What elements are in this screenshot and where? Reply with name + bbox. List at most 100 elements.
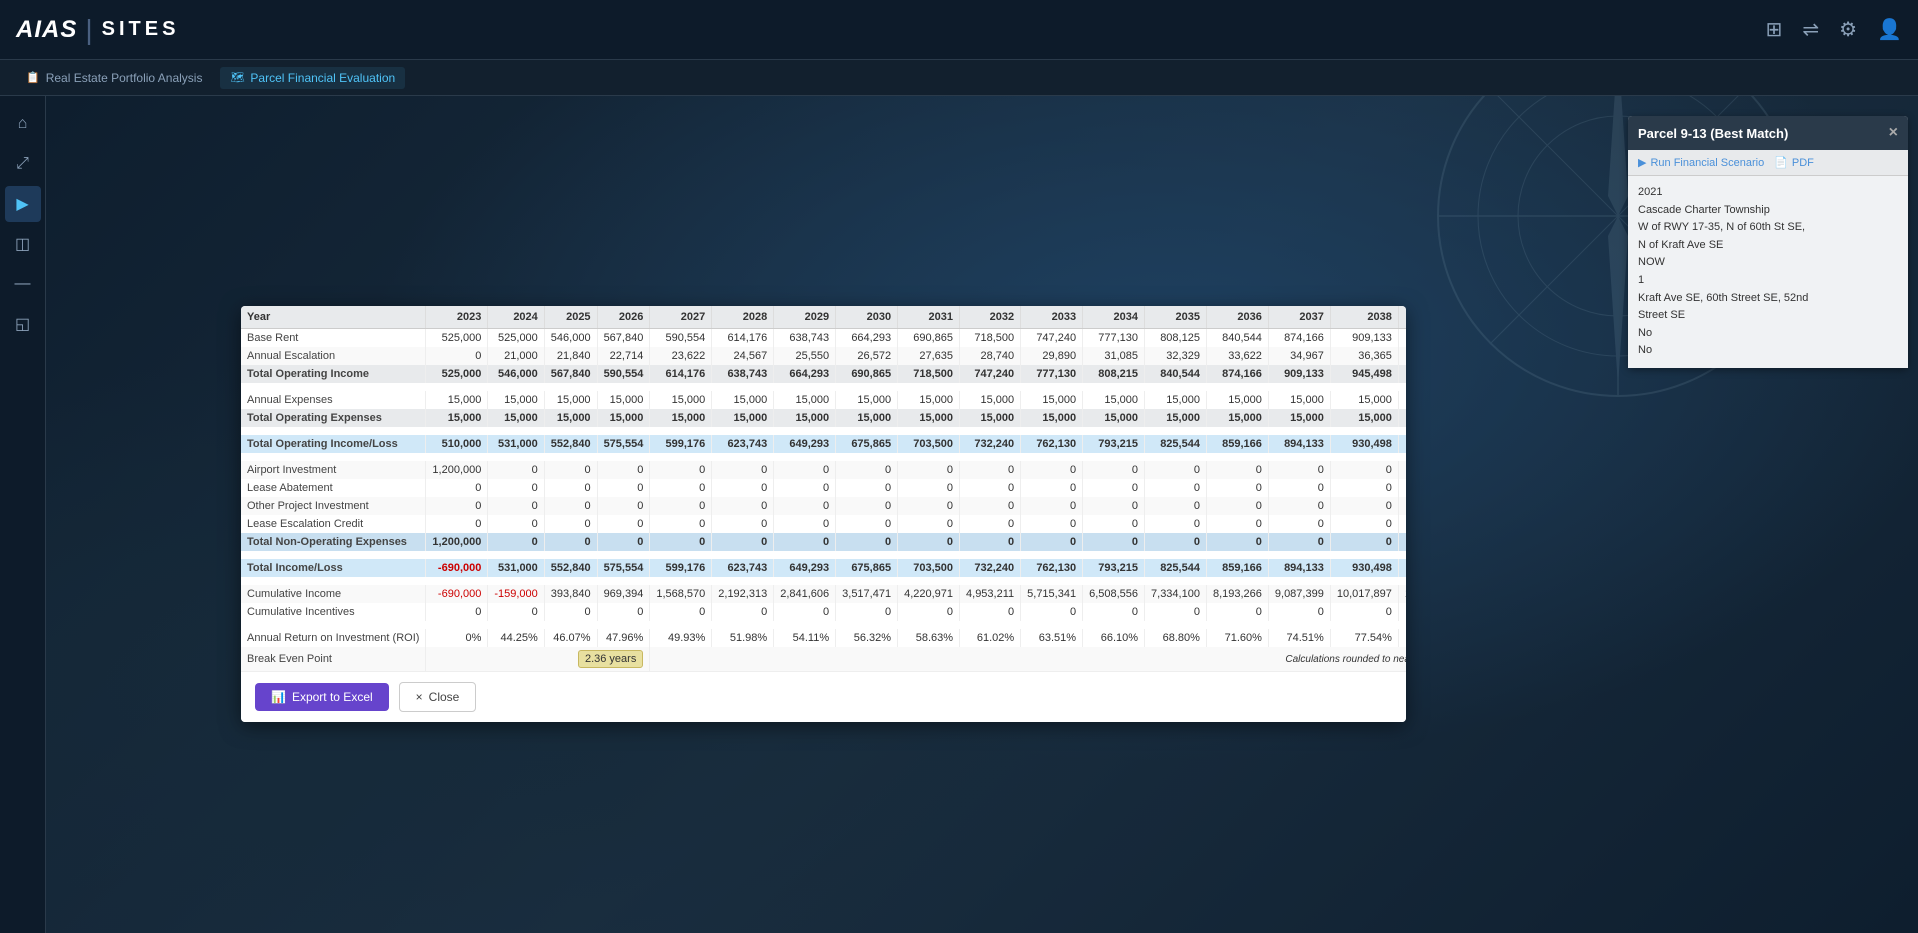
financial-table-container[interactable]: Year 2023 2024 2025 2026 2027 2028 2029 …	[241, 306, 1406, 671]
sidebar-grid-btn[interactable]: ◫	[5, 226, 41, 262]
run-scenario-btn[interactable]: ▶ Run Financial Scenario	[1638, 156, 1764, 169]
row-value: 393,840	[544, 585, 597, 603]
row-value: 58.63%	[898, 629, 960, 647]
row-value: 0	[1083, 497, 1145, 515]
sidebar-expand-btn[interactable]: ⤢	[5, 146, 41, 182]
row-value: 0	[1330, 479, 1398, 497]
table-row	[241, 577, 1406, 585]
row-value: 590,554	[650, 329, 712, 348]
row-value: 0	[1145, 515, 1207, 533]
row-value: 777,130	[1083, 329, 1145, 348]
row-label: Total Operating Income	[241, 365, 426, 383]
user-icon[interactable]: 👤	[1877, 17, 1902, 42]
row-value: 71.60%	[1206, 629, 1268, 647]
row-value: 15,000	[1021, 391, 1083, 409]
row-value: 0	[836, 497, 898, 515]
parcel-detail-streets1: Kraft Ave SE, 60th Street SE, 52nd	[1638, 290, 1898, 308]
parcel-panel-header: Parcel 9-13 (Best Match) ×	[1628, 116, 1908, 150]
row-label: Annual Return on Investment (ROI)	[241, 629, 426, 647]
row-value: 0	[1145, 603, 1207, 621]
grid-icon[interactable]: ⊞	[1766, 17, 1783, 42]
row-label: Lease Escalation Credit	[241, 515, 426, 533]
row-value: 15,000	[1145, 409, 1207, 427]
col-header-2039: 2039	[1398, 306, 1406, 329]
col-header-2032: 2032	[960, 306, 1021, 329]
settings-icon[interactable]: ⚙	[1839, 17, 1857, 42]
export-excel-button[interactable]: 📊 Export to Excel	[255, 683, 389, 711]
row-value: 0	[712, 497, 774, 515]
row-value: 664,293	[836, 329, 898, 348]
row-value: 638,743	[712, 365, 774, 383]
close-icon: ×	[416, 690, 423, 704]
row-value: 10,017,897	[1330, 585, 1398, 603]
table-row: Annual Return on Investment (ROI)0%44.25…	[241, 629, 1406, 647]
sidebar-layers-btn[interactable]: ◱	[5, 306, 41, 342]
sidebar-home-btn[interactable]: ⌂	[5, 106, 41, 142]
row-value: 6,508,556	[1083, 585, 1145, 603]
row-value: 0	[426, 515, 488, 533]
table-row: Lease Escalation Credit00000000000000000	[241, 515, 1406, 533]
row-value: -690,000	[426, 585, 488, 603]
row-value: 930,498	[1330, 435, 1398, 453]
pdf-label: PDF	[1792, 157, 1814, 169]
row-value: 0	[960, 603, 1021, 621]
row-value: 0	[774, 479, 836, 497]
row-value: 825,544	[1145, 435, 1207, 453]
row-value: 15,000	[1083, 409, 1145, 427]
row-value: 32,329	[1145, 347, 1207, 365]
col-header-year: Year	[241, 306, 426, 329]
row-value: 0	[774, 461, 836, 479]
row-value: 15,000	[426, 391, 488, 409]
row-value: 0	[1021, 515, 1083, 533]
row-value: 0	[597, 461, 650, 479]
row-value: 623,743	[712, 435, 774, 453]
row-value: 0	[1330, 497, 1398, 515]
row-value: 732,240	[960, 559, 1021, 577]
row-value: 0	[544, 603, 597, 621]
app-logo: AIAS | SITES	[16, 14, 179, 46]
row-value: 49.93%	[650, 629, 712, 647]
break-even-note: Calculations rounded to nearest dollar	[650, 647, 1406, 671]
share-icon[interactable]: ⇌	[1802, 17, 1819, 42]
row-value: 44.25%	[488, 629, 544, 647]
row-value: 46.07%	[544, 629, 597, 647]
row-value: 0	[712, 479, 774, 497]
row-value: 552,840	[544, 435, 597, 453]
row-value: 0	[488, 461, 544, 479]
row-value: 0	[1021, 497, 1083, 515]
table-row: Annual Escalation021,00021,84022,71423,6…	[241, 347, 1406, 365]
row-value: 703,500	[898, 559, 960, 577]
sidebar-play-btn[interactable]: ▶	[5, 186, 41, 222]
close-modal-button[interactable]: × Close	[399, 682, 477, 712]
map-area: N Parcel 9-13 (Best Match) × ▶ Run Finan…	[46, 96, 1918, 933]
row-value: 0	[960, 461, 1021, 479]
row-value: 0	[898, 603, 960, 621]
row-value: 0	[1398, 461, 1406, 479]
modal-footer: 📊 Export to Excel × Close	[241, 671, 1406, 722]
tab-parcel-financial[interactable]: 🗺 Parcel Financial Evaluation	[220, 67, 405, 89]
row-value: 0	[544, 461, 597, 479]
row-label: Total Operating Expenses	[241, 409, 426, 427]
row-value: 0	[488, 479, 544, 497]
parcel-panel-close-btn[interactable]: ×	[1889, 124, 1898, 142]
row-value: 0	[1083, 533, 1145, 551]
table-row: Airport Investment1,200,0000000000000000…	[241, 461, 1406, 479]
pdf-btn[interactable]: 📄 PDF	[1774, 156, 1814, 169]
row-value: 0	[960, 533, 1021, 551]
tab-portfolio[interactable]: 📋 Real Estate Portfolio Analysis	[16, 67, 212, 89]
row-value: 0	[898, 497, 960, 515]
row-value: 945,498	[1330, 365, 1398, 383]
sidebar-minus-btn[interactable]: —	[5, 266, 41, 302]
col-header-2026: 2026	[597, 306, 650, 329]
row-value: 623,743	[712, 559, 774, 577]
row-value: 718,500	[898, 365, 960, 383]
row-value: 0	[1398, 497, 1406, 515]
table-row: Total Operating Income/Loss510,000531,00…	[241, 435, 1406, 453]
row-value: 614,176	[650, 365, 712, 383]
row-value: 25,550	[774, 347, 836, 365]
row-value: 80.69%	[1398, 629, 1406, 647]
row-value: 0	[712, 533, 774, 551]
left-sidebar: ⌂ ⤢ ▶ ◫ — ◱	[0, 96, 46, 933]
row-label: Total Non-Operating Expenses	[241, 533, 426, 551]
parcel-panel-actions: ▶ Run Financial Scenario 📄 PDF	[1628, 150, 1908, 176]
